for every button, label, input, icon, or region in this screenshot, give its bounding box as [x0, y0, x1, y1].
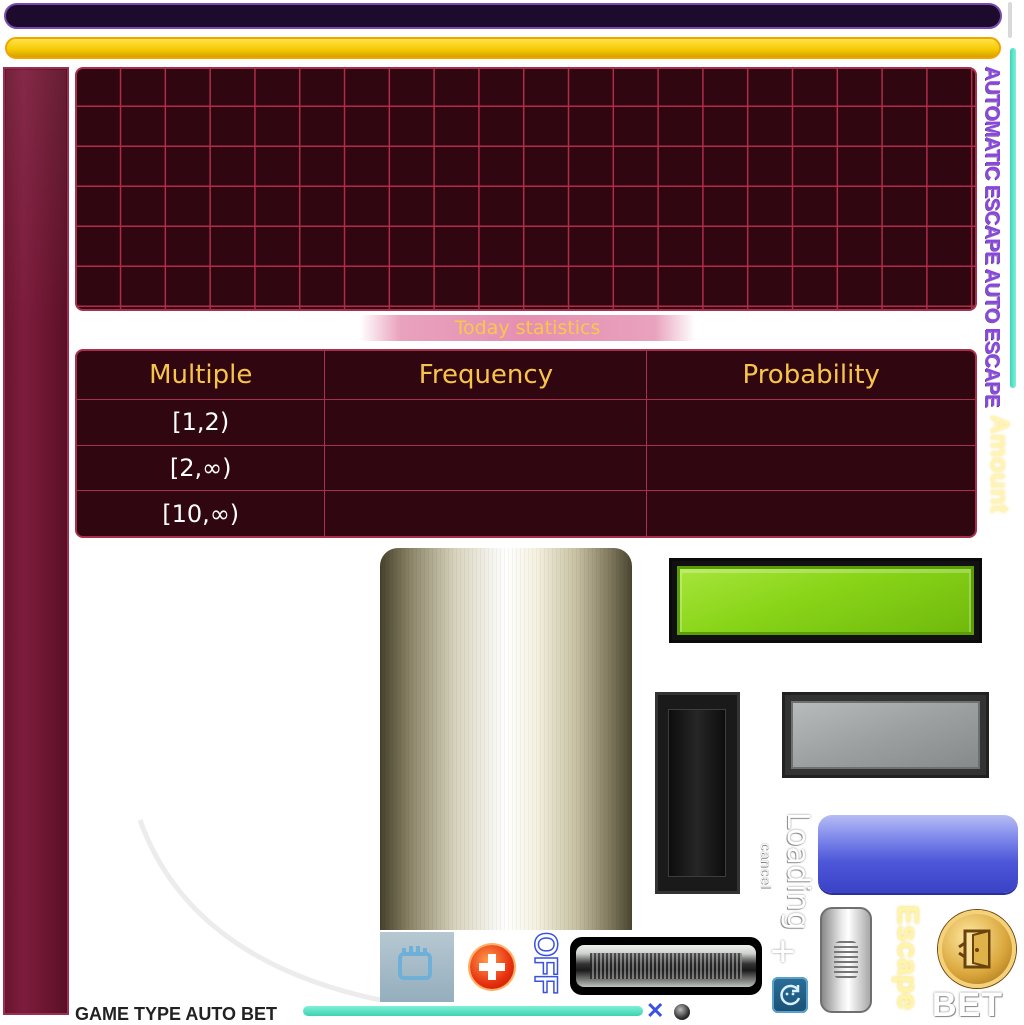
cell-probability: [646, 399, 975, 446]
bet-label[interactable]: BET: [932, 986, 1003, 1025]
auto-escape-vertical-label: AUTOMATIC ESCAPE AUTO ESCAPE: [981, 66, 1003, 407]
game-type-footer: GAME TYPE AUTO BET: [75, 1004, 278, 1024]
dot-indicator-icon[interactable]: [674, 1004, 690, 1020]
black-tall-button[interactable]: [655, 692, 740, 894]
cell-probability: [646, 444, 975, 492]
decorative-swoosh: [137, 819, 381, 1003]
table-row: [1,2): [77, 399, 975, 446]
off-toggle-label[interactable]: OFF: [527, 931, 565, 993]
table-row: [10,∞): [77, 490, 975, 536]
cell-probability: [646, 490, 975, 536]
green-action-button[interactable]: [669, 558, 982, 643]
bet-slider[interactable]: [570, 937, 762, 995]
loading-label: Loading: [780, 812, 815, 931]
metal-cylinder-texture: [380, 548, 632, 930]
plus-icon[interactable]: +: [770, 930, 796, 974]
cell-multiple: [10,∞): [77, 490, 326, 536]
silver-toggle-switch[interactable]: [820, 907, 872, 1013]
header-probability: Probability: [646, 351, 975, 400]
header-frequency: Frequency: [324, 351, 648, 400]
blue-action-button[interactable]: [818, 815, 1018, 893]
progress-bar: [303, 1006, 643, 1016]
statistics-header-row: Multiple Frequency Probability: [77, 351, 975, 400]
right-top-divider: [1008, 2, 1012, 38]
fist-icon[interactable]: [380, 932, 454, 1002]
header-multiple: Multiple: [77, 351, 326, 400]
top-dark-bar: [4, 3, 1002, 29]
sidebar-shine: [6, 70, 66, 330]
cell-multiple: [1,2): [77, 399, 326, 446]
door-icon[interactable]: [938, 910, 1016, 988]
cell-frequency: [324, 444, 648, 492]
cell-frequency: [324, 490, 648, 536]
today-statistics-label: Today statistics: [454, 317, 601, 339]
refresh-icon[interactable]: [772, 977, 808, 1013]
cancel-link[interactable]: cancel: [758, 843, 774, 889]
escape-vertical-label: Escape: [891, 905, 924, 1011]
cell-frequency: [324, 399, 648, 446]
gray-action-button[interactable]: [782, 692, 989, 778]
statistics-table: Multiple Frequency Probability [1,2) [2,…: [75, 349, 977, 538]
table-row: [2,∞): [77, 444, 975, 492]
history-grid-panel: [75, 67, 977, 311]
close-icon[interactable]: ✕: [646, 1000, 664, 1022]
cell-multiple: [2,∞): [77, 444, 326, 492]
top-yellow-bar: [5, 37, 1001, 59]
right-teal-scrollbar[interactable]: [1010, 48, 1016, 388]
add-icon[interactable]: [470, 945, 514, 989]
amount-vertical-label: Amount: [985, 415, 1015, 514]
